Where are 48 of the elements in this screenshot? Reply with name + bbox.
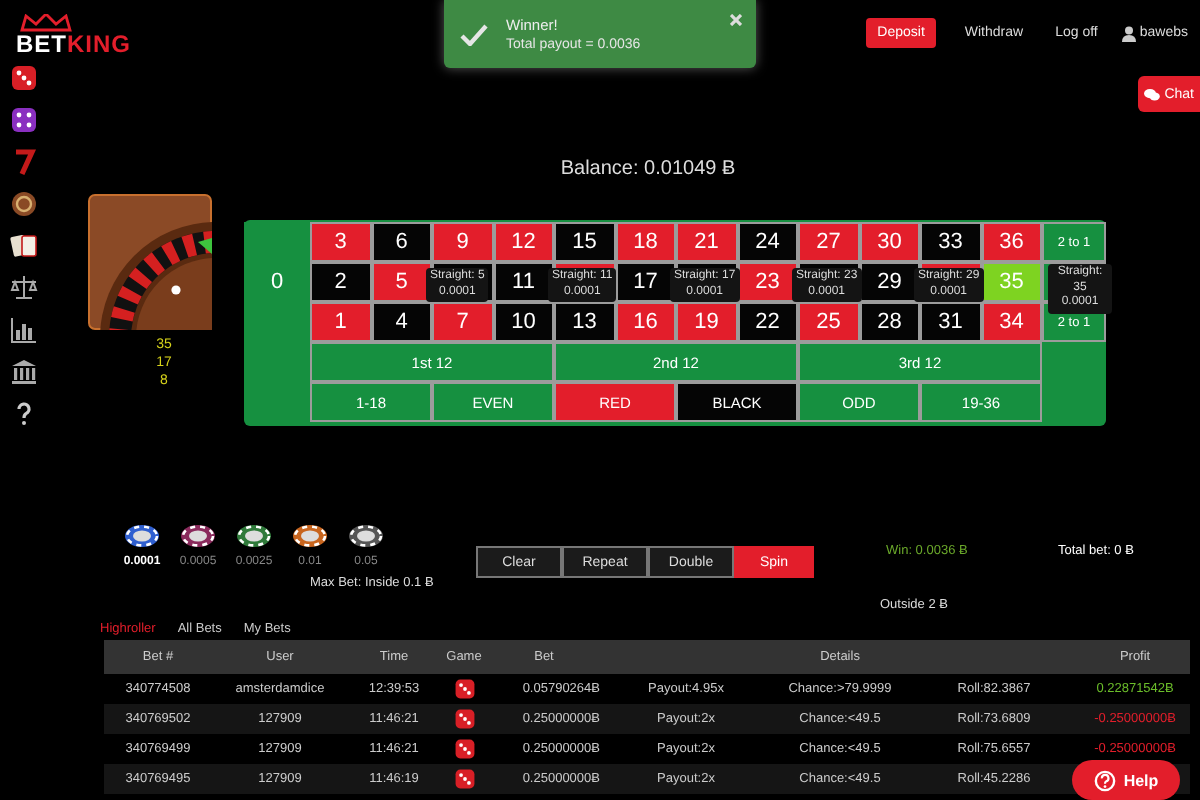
number-cell[interactable]: 2 bbox=[310, 262, 371, 302]
number-cell[interactable]: 19 bbox=[676, 302, 737, 342]
number-cell[interactable]: 15 bbox=[554, 222, 615, 262]
number-cell[interactable]: 24 bbox=[737, 222, 798, 262]
number-cell[interactable]: 28 bbox=[859, 302, 920, 342]
bank-icon[interactable] bbox=[10, 358, 38, 386]
number-cell[interactable]: 13 bbox=[554, 302, 615, 342]
balance-text: Balance: 0.01049 Ƀ bbox=[558, 156, 738, 184]
number-cell[interactable]: 4 bbox=[371, 302, 432, 342]
roulette-icon[interactable] bbox=[10, 190, 38, 218]
number-cell[interactable]: 16 bbox=[615, 302, 676, 342]
number-cell[interactable]: 3 bbox=[310, 222, 371, 262]
number-cell[interactable]: 6 bbox=[371, 222, 432, 262]
number-cell[interactable]: 1 bbox=[310, 302, 371, 342]
number-cell[interactable]: 21 bbox=[676, 222, 737, 262]
help-icon bbox=[1093, 769, 1116, 791]
number-cell[interactable]: 33 bbox=[920, 222, 981, 262]
number-cell[interactable]: 18 bbox=[615, 222, 676, 262]
dice-icon bbox=[453, 738, 475, 760]
close-icon[interactable] bbox=[730, 14, 742, 26]
dice-icon[interactable] bbox=[10, 106, 38, 134]
dice-icon[interactable] bbox=[10, 64, 38, 92]
user-icon bbox=[1121, 25, 1136, 41]
number-cell[interactable]: 34 bbox=[981, 302, 1042, 342]
slot-seven-icon[interactable] bbox=[10, 148, 38, 176]
number-cell[interactable]: 27 bbox=[798, 222, 859, 262]
check-icon bbox=[460, 23, 488, 45]
number-cell[interactable]: 7 bbox=[432, 302, 493, 342]
number-cell[interactable]: 25 bbox=[798, 302, 859, 342]
roulette-wheel-drawing bbox=[88, 194, 212, 330]
number-cell[interactable]: 10 bbox=[493, 302, 554, 342]
number-cell[interactable]: 12 bbox=[493, 222, 554, 262]
dice-icon bbox=[453, 678, 475, 700]
cards-icon[interactable] bbox=[10, 232, 38, 260]
number-cell[interactable]: 22 bbox=[737, 302, 798, 342]
number-cell[interactable]: 30 bbox=[859, 222, 920, 262]
logo-text[interactable]: BETKING bbox=[16, 32, 131, 56]
dice-icon bbox=[453, 708, 475, 730]
number-cell[interactable]: 17 bbox=[615, 262, 676, 302]
chat-bubbles-icon bbox=[1144, 87, 1161, 101]
chart-icon[interactable] bbox=[10, 316, 38, 344]
help-button[interactable]: Help bbox=[1072, 760, 1180, 800]
number-cell[interactable]: 9 bbox=[432, 222, 493, 262]
number-cell[interactable]: 31 bbox=[920, 302, 981, 342]
dice-icon bbox=[453, 768, 475, 790]
number-cell[interactable]: 36 bbox=[981, 222, 1042, 262]
crown-icon bbox=[20, 14, 72, 32]
scales-icon[interactable] bbox=[10, 274, 38, 302]
